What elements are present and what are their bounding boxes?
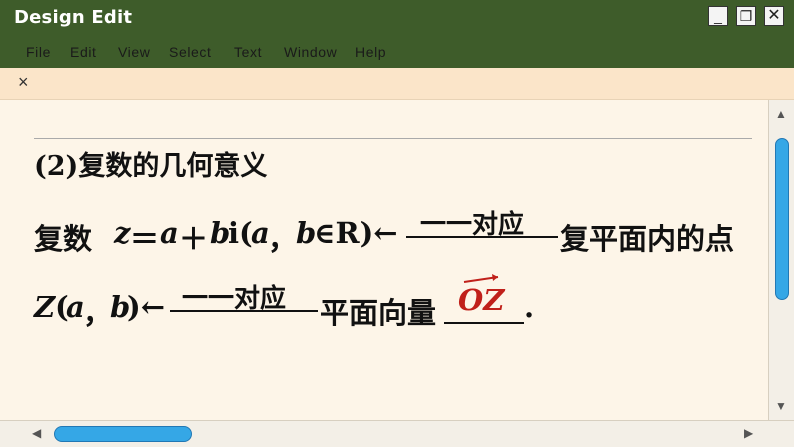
scroll-up-icon[interactable]: ▲ [773,106,789,122]
vertical-scroll-thumb[interactable] [775,138,789,300]
minimize-button[interactable]: _ [708,6,728,26]
menu-text[interactable]: Text [234,44,262,60]
menu-help[interactable]: Help [355,44,386,60]
tab-bar: × [0,68,794,100]
vector-arrow-head [492,274,498,281]
menu-bar: File Edit View Select Text Window Help [0,36,794,68]
var-a: a [160,216,179,250]
in-reals: ∈R)← [314,216,398,250]
equals-sign: ＝ [130,222,160,256]
vertical-scrollbar[interactable]: ▲ ▼ [768,100,794,420]
scroll-right-icon[interactable]: ▶ [744,426,753,440]
paren-close-arrow: )← [127,290,166,324]
menu-window[interactable]: Window [284,44,337,60]
comma: ， [268,222,298,256]
horizontal-scrollbar[interactable]: ◀ ▶ [0,420,794,447]
slide-canvas: (2)复数的几何意义 复数 z ＝ a ＋ b i( a ， b ∈R)← 一一… [0,100,768,420]
divider [34,138,752,139]
window-title: Design Edit [14,7,133,28]
line1-prefix: 复数 [34,222,93,256]
var-Z: Z [34,290,56,324]
line2-middle: 平面向量 [320,296,437,330]
maximize-button[interactable]: ❐ [736,6,756,26]
vector-oz: OZ [458,274,506,316]
title-bar: Design Edit _ ❐ ✕ [0,0,794,36]
period: . [524,290,535,324]
correspondence-arrow-2 [170,310,318,312]
var-z: z [114,216,131,250]
tab-close-icon[interactable]: × [18,72,29,93]
menu-edit[interactable]: Edit [70,44,97,60]
var-a2: a [251,216,270,250]
answer-blank [444,322,524,324]
imag-open: i( [228,216,253,250]
plus-sign: ＋ [179,222,209,256]
menu-file[interactable]: File [26,44,51,60]
close-button[interactable]: ✕ [764,6,784,26]
comma2: ， [83,296,113,330]
menu-select[interactable]: Select [169,44,212,60]
correspondence-arrow-1 [406,236,558,238]
scroll-left-icon[interactable]: ◀ [32,426,41,440]
horizontal-scroll-thumb[interactable] [54,426,192,442]
section-heading: (2)复数的几何意义 [34,151,268,182]
vector-label: OZ [458,283,506,316]
menu-view[interactable]: View [118,44,151,60]
scroll-down-icon[interactable]: ▼ [773,398,789,414]
var-a3: a [66,290,85,324]
line1-suffix: 复平面内的点 [560,222,735,256]
